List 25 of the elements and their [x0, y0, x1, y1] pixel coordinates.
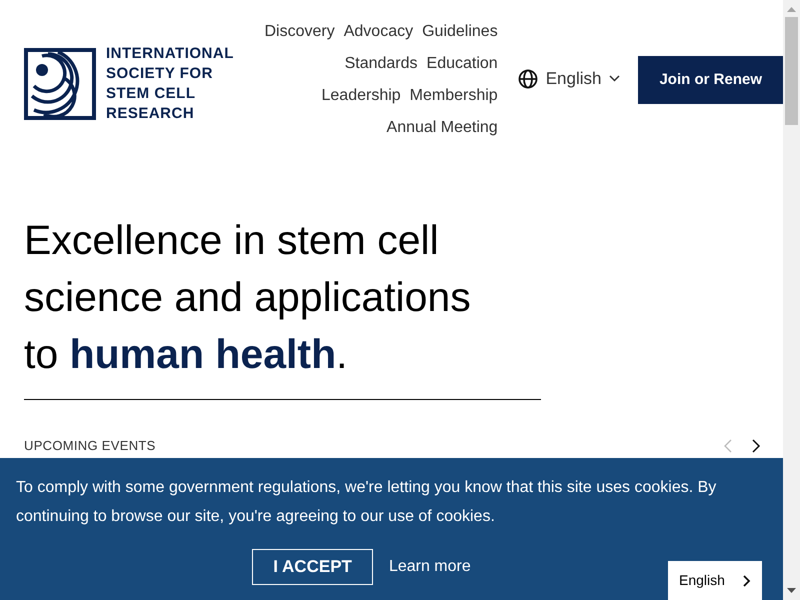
- nav-link[interactable]: Discovery: [264, 16, 335, 48]
- language-selector[interactable]: English: [518, 66, 620, 92]
- nav-link[interactable]: Education: [426, 48, 498, 80]
- scroll-down-icon[interactable]: [787, 588, 796, 594]
- logo-icon: [24, 48, 96, 120]
- nav-link[interactable]: Advocacy: [344, 16, 414, 48]
- cookie-message: To comply with some government regulations, we're letting you know that this site uses cookies. By continuing to browse our site, you're agreeing to our use of cookies.: [15, 478, 718, 527]
- nav-link[interactable]: Leadership: [322, 80, 401, 112]
- join-button[interactable]: Join or Renew: [638, 56, 783, 104]
- chevron-down-icon: [609, 75, 620, 82]
- nav-link[interactable]: Guidelines: [422, 16, 498, 48]
- scrollbar-thumb[interactable]: [785, 17, 798, 125]
- events-heading: UPCOMING EVENTS: [24, 437, 156, 455]
- scrollbar[interactable]: [783, 0, 800, 600]
- nav-link[interactable]: Membership: [410, 80, 498, 112]
- scroll-up-icon[interactable]: [787, 6, 796, 12]
- globe-icon: [518, 68, 538, 89]
- accept-button[interactable]: I ACCEPT: [252, 549, 373, 585]
- language-widget[interactable]: English: [668, 561, 762, 600]
- logo-text[interactable]: INTERNATIONAL SOCIETY FOR STEM CELL RESEARCH: [106, 44, 234, 124]
- hero-headline: Excellence in stem cell science and applications to human health.: [24, 216, 472, 379]
- nav-link[interactable]: Standards: [344, 48, 418, 80]
- learn-more-link[interactable]: Learn more: [388, 555, 471, 579]
- chevron-right-icon: [743, 574, 751, 586]
- nav-link[interactable]: Annual Meeting: [386, 112, 498, 144]
